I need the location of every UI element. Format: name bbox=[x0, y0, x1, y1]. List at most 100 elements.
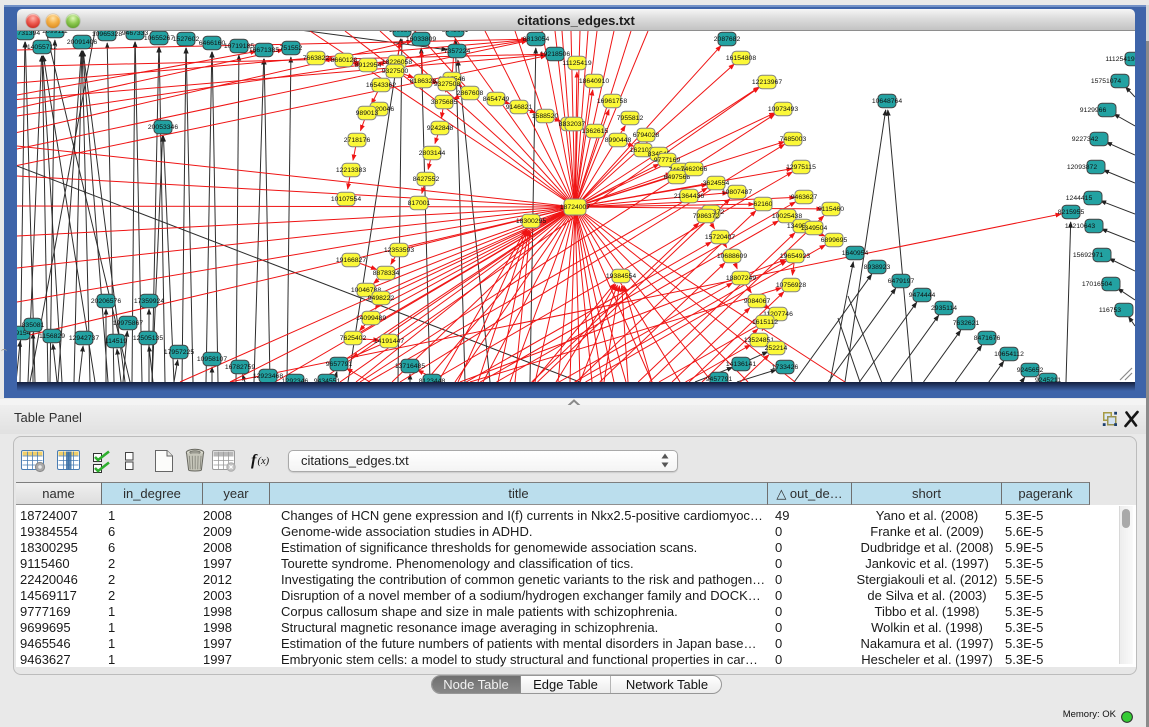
svg-text:20206576: 20206576 bbox=[91, 298, 121, 305]
svg-text:17957225: 17957225 bbox=[164, 349, 194, 356]
svg-text:16961758: 16961758 bbox=[597, 98, 627, 105]
svg-text:114519: 114519 bbox=[105, 338, 127, 345]
svg-text:9227342: 9227342 bbox=[1072, 136, 1099, 143]
svg-text:7462066: 7462066 bbox=[681, 166, 708, 173]
svg-text:12942737: 12942737 bbox=[69, 335, 99, 342]
svg-text:16782759: 16782759 bbox=[225, 364, 255, 371]
svg-text:9129966: 9129966 bbox=[1080, 107, 1107, 114]
svg-text:20053346: 20053346 bbox=[148, 124, 178, 131]
svg-text:2718176: 2718176 bbox=[344, 137, 371, 144]
svg-text:14136141: 14136141 bbox=[726, 361, 756, 368]
svg-text:10965328: 10965328 bbox=[92, 31, 122, 38]
svg-text:10756928: 10756928 bbox=[776, 282, 806, 289]
svg-text:12923468: 12923468 bbox=[253, 373, 283, 380]
svg-text:8454749: 8454749 bbox=[483, 96, 510, 103]
svg-text:1806394: 1806394 bbox=[389, 31, 416, 34]
svg-text:16671385: 16671385 bbox=[249, 47, 279, 54]
svg-text:16033809: 16033809 bbox=[406, 36, 436, 43]
svg-text:10648764: 10648764 bbox=[872, 98, 902, 105]
svg-text:7625402: 7625402 bbox=[340, 335, 367, 342]
svg-text:7986372: 7986372 bbox=[693, 213, 720, 220]
svg-text:18300295: 18300295 bbox=[516, 218, 546, 225]
svg-text:9474444: 9474444 bbox=[909, 292, 936, 299]
svg-text:7632621: 7632621 bbox=[953, 320, 980, 327]
svg-text:1244415: 1244415 bbox=[1066, 195, 1093, 202]
svg-text:10655267: 10655267 bbox=[144, 35, 174, 42]
svg-text:9245211: 9245211 bbox=[1035, 377, 1061, 382]
svg-text:8912954: 8912954 bbox=[355, 62, 382, 69]
svg-text:7357224: 7357224 bbox=[444, 48, 471, 55]
svg-text:1733426: 1733426 bbox=[772, 364, 799, 371]
svg-text:9146821: 9146821 bbox=[506, 104, 533, 111]
svg-text:10958107: 10958107 bbox=[197, 356, 227, 363]
svg-text:10688609: 10688609 bbox=[717, 253, 747, 260]
svg-text:12213967: 12213967 bbox=[752, 79, 782, 86]
svg-text:16154808: 16154808 bbox=[726, 55, 756, 62]
svg-text:6466160: 6466160 bbox=[199, 40, 226, 47]
svg-text:832037: 832037 bbox=[563, 121, 586, 128]
svg-text:8427552: 8427552 bbox=[413, 176, 440, 183]
svg-text:8123448: 8123448 bbox=[419, 378, 446, 382]
svg-text:8471676: 8471676 bbox=[974, 335, 1001, 342]
svg-text:2935114: 2935114 bbox=[931, 305, 957, 312]
svg-text:989013: 989013 bbox=[356, 110, 379, 117]
svg-text:16731394: 16731394 bbox=[17, 31, 40, 37]
svg-text:1615112: 1615112 bbox=[752, 319, 778, 326]
svg-text:13716485: 13716485 bbox=[395, 363, 425, 370]
svg-text:8660128: 8660128 bbox=[331, 57, 358, 64]
svg-text:252214: 252214 bbox=[765, 345, 788, 352]
svg-text:12353593: 12353593 bbox=[384, 247, 414, 254]
svg-text:9434551: 9434551 bbox=[314, 378, 341, 382]
svg-text:817001: 817001 bbox=[408, 200, 431, 207]
svg-text:16210643: 16210643 bbox=[1065, 223, 1095, 230]
svg-text:8215955: 8215955 bbox=[1058, 209, 1085, 216]
svg-text:12093872: 12093872 bbox=[1067, 164, 1097, 171]
svg-text:17016504: 17016504 bbox=[1082, 281, 1112, 288]
svg-text:6794028: 6794028 bbox=[633, 132, 660, 139]
svg-text:10973493: 10973493 bbox=[768, 106, 798, 113]
svg-text:11125419: 11125419 bbox=[1105, 56, 1134, 63]
svg-text:18724007: 18724007 bbox=[560, 204, 590, 211]
svg-text:20091406: 20091406 bbox=[67, 39, 97, 46]
svg-text:1156829: 1156829 bbox=[39, 333, 65, 340]
svg-text:6479197: 6479197 bbox=[888, 278, 915, 285]
svg-text:2867608: 2867608 bbox=[457, 90, 484, 97]
svg-text:8990448: 8990448 bbox=[605, 137, 632, 144]
svg-text:17359924: 17359924 bbox=[134, 298, 164, 305]
svg-text:9463627: 9463627 bbox=[791, 194, 818, 201]
svg-text:19654923: 19654923 bbox=[780, 253, 810, 260]
svg-text:9327500: 9327500 bbox=[382, 68, 409, 75]
svg-text:7485003: 7485003 bbox=[780, 136, 807, 143]
svg-text:116753: 116753 bbox=[1099, 307, 1121, 314]
svg-text:9242848: 9242848 bbox=[427, 125, 454, 132]
svg-text:9498222: 9498222 bbox=[368, 295, 395, 302]
svg-text:8186328: 8186328 bbox=[410, 78, 437, 85]
svg-text:12213383: 12213383 bbox=[336, 167, 366, 174]
svg-text:21364436: 21364436 bbox=[674, 193, 704, 200]
svg-text:1527602: 1527602 bbox=[173, 36, 200, 43]
svg-text:751552: 751552 bbox=[280, 45, 303, 52]
svg-text:7663822: 7663822 bbox=[303, 55, 330, 62]
svg-text:3875685: 3875685 bbox=[431, 99, 458, 106]
svg-text:10107554: 10107554 bbox=[331, 196, 361, 203]
svg-text:6899695: 6899695 bbox=[821, 237, 848, 244]
svg-text:7955812: 7955812 bbox=[617, 115, 644, 122]
svg-text:(x): (x) bbox=[258, 456, 270, 467]
svg-text:11125419: 11125419 bbox=[562, 60, 591, 67]
svg-text:9327508: 9327508 bbox=[434, 81, 461, 88]
svg-text:835081: 835081 bbox=[22, 322, 45, 329]
svg-text:18807249: 18807249 bbox=[726, 275, 756, 282]
svg-text:1362615: 1362615 bbox=[582, 128, 609, 135]
svg-text:18640910: 18640910 bbox=[579, 78, 609, 85]
svg-text:9084067: 9084067 bbox=[744, 298, 771, 305]
svg-text:1640954: 1640954 bbox=[842, 250, 869, 257]
svg-text:9115460: 9115460 bbox=[818, 206, 844, 213]
svg-text:19218506: 19218506 bbox=[540, 51, 570, 58]
svg-text:2087682: 2087682 bbox=[714, 36, 741, 43]
svg-text:10654112: 10654112 bbox=[994, 351, 1024, 358]
svg-text:8878334: 8878334 bbox=[373, 270, 400, 277]
svg-text:2803144: 2803144 bbox=[419, 150, 446, 157]
svg-text:10807487: 10807487 bbox=[722, 189, 752, 196]
svg-text:3624554: 3624554 bbox=[703, 180, 730, 187]
svg-text:8938923: 8938923 bbox=[864, 264, 891, 271]
